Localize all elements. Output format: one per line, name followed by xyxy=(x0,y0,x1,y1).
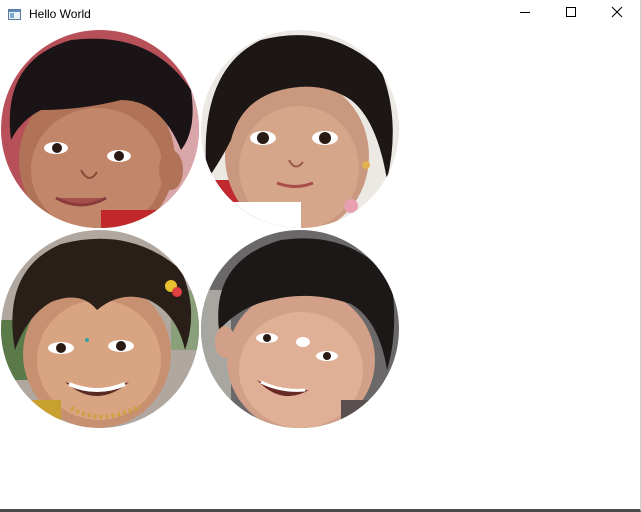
minimize-button[interactable] xyxy=(502,0,548,28)
title-bar[interactable]: Hello World xyxy=(0,0,640,28)
child-photo-girl-1 xyxy=(201,30,399,228)
child-photo-boy-1 xyxy=(1,30,199,228)
close-button[interactable] xyxy=(594,0,640,28)
app-window: Hello World xyxy=(0,0,641,512)
child-photo-boy-2 xyxy=(201,230,399,428)
window-title: Hello World xyxy=(29,7,91,21)
minimize-icon xyxy=(519,5,531,23)
close-icon xyxy=(611,5,623,23)
maximize-button[interactable] xyxy=(548,0,594,28)
maximize-icon xyxy=(565,5,577,23)
app-window-icon xyxy=(8,7,21,20)
child-photo-girl-2 xyxy=(1,230,199,428)
content-area xyxy=(0,28,640,509)
